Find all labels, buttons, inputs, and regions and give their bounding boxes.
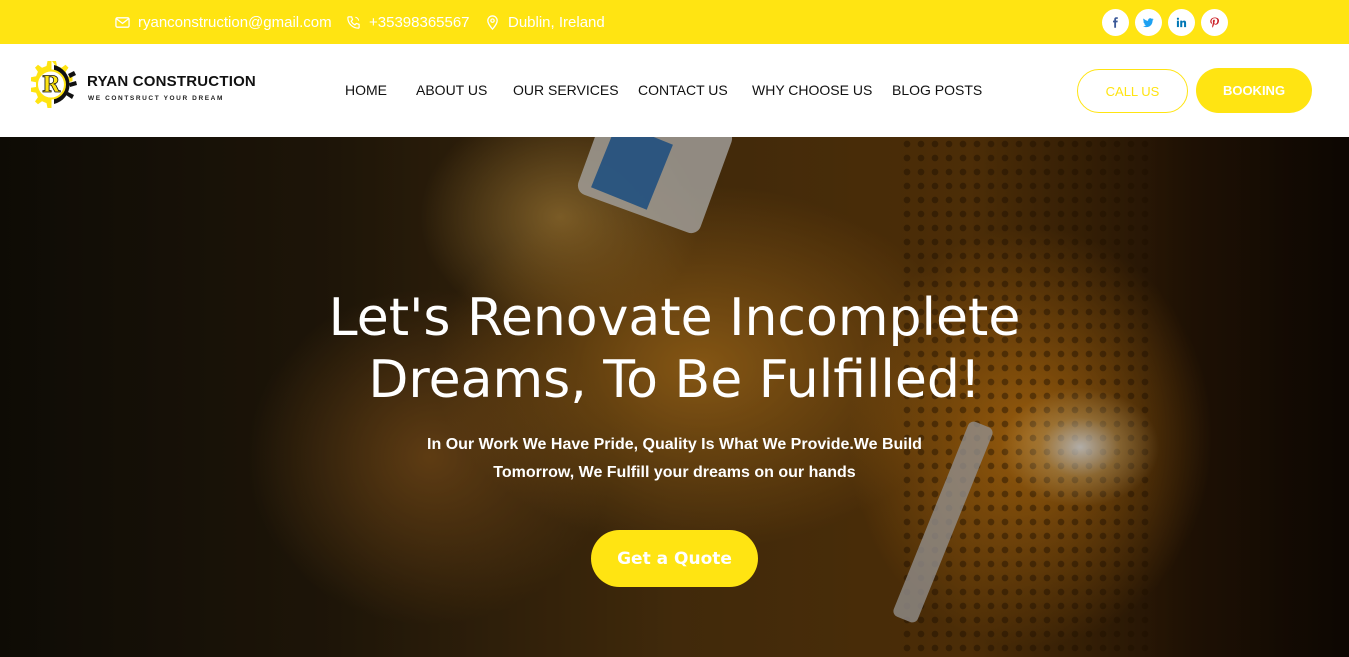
contact-phone[interactable]: +35398365567 bbox=[346, 0, 470, 44]
phone-icon bbox=[347, 15, 360, 29]
logo[interactable]: R RYAN CONSTRUCTION WE CONTSRUCT YOUR DR… bbox=[24, 57, 256, 112]
email-text: ryanconstruction@gmail.com bbox=[138, 13, 332, 31]
contact-location: Dublin, Ireland bbox=[485, 0, 605, 44]
linkedin-icon[interactable] bbox=[1168, 9, 1195, 36]
brand-name: RYAN CONSTRUCTION bbox=[87, 73, 256, 90]
contact-email[interactable]: ryanconstruction@gmail.com bbox=[115, 0, 332, 44]
site-header: R RYAN CONSTRUCTION WE CONTSRUCT YOUR DR… bbox=[0, 44, 1349, 137]
nav-our-services[interactable]: OUR SERVICES bbox=[513, 82, 619, 98]
brand-tagline: WE CONTSRUCT YOUR DREAM bbox=[88, 95, 224, 102]
top-bar: ryanconstruction@gmail.com +35398365567 … bbox=[0, 0, 1349, 44]
location-text: Dublin, Ireland bbox=[508, 13, 605, 31]
envelope-icon bbox=[115, 16, 130, 28]
facebook-icon[interactable] bbox=[1102, 9, 1129, 36]
nav-home[interactable]: HOME bbox=[345, 82, 387, 98]
twitter-icon[interactable] bbox=[1135, 9, 1162, 36]
hero-subtitle-line2: Tomorrow, We Fulfill your dreams on our … bbox=[493, 464, 856, 481]
call-us-button[interactable]: CALL US bbox=[1077, 69, 1188, 113]
gear-logo-icon: R bbox=[31, 61, 77, 108]
nav-blog-posts[interactable]: BLOG POSTS bbox=[892, 82, 982, 98]
hero-title: Let's Renovate Incomplete Dreams, To Be … bbox=[0, 287, 1349, 411]
hero-subtitle-line1: In Our Work We Have Pride, Quality Is Wh… bbox=[427, 436, 922, 453]
pinterest-icon[interactable] bbox=[1201, 9, 1228, 36]
nav-why-choose-us[interactable]: WHY CHOOSE US bbox=[752, 82, 872, 98]
hero-title-line2: Dreams, To Be Fulfilled! bbox=[368, 350, 981, 410]
booking-button[interactable]: BOOKING bbox=[1196, 68, 1312, 113]
hero-title-line1: Let's Renovate Incomplete bbox=[328, 288, 1021, 348]
nav-about-us[interactable]: ABOUT US bbox=[416, 82, 487, 98]
phone-text: +35398365567 bbox=[369, 13, 470, 31]
social-links bbox=[1102, 9, 1228, 36]
nav-contact-us[interactable]: CONTACT US bbox=[638, 82, 728, 98]
hero-section: Let's Renovate Incomplete Dreams, To Be … bbox=[0, 137, 1349, 657]
get-a-quote-button[interactable]: Get a Quote bbox=[591, 530, 758, 587]
map-pin-icon bbox=[487, 14, 498, 30]
svg-text:R: R bbox=[42, 72, 61, 98]
hero-subtitle: In Our Work We Have Pride, Quality Is Wh… bbox=[0, 431, 1349, 487]
